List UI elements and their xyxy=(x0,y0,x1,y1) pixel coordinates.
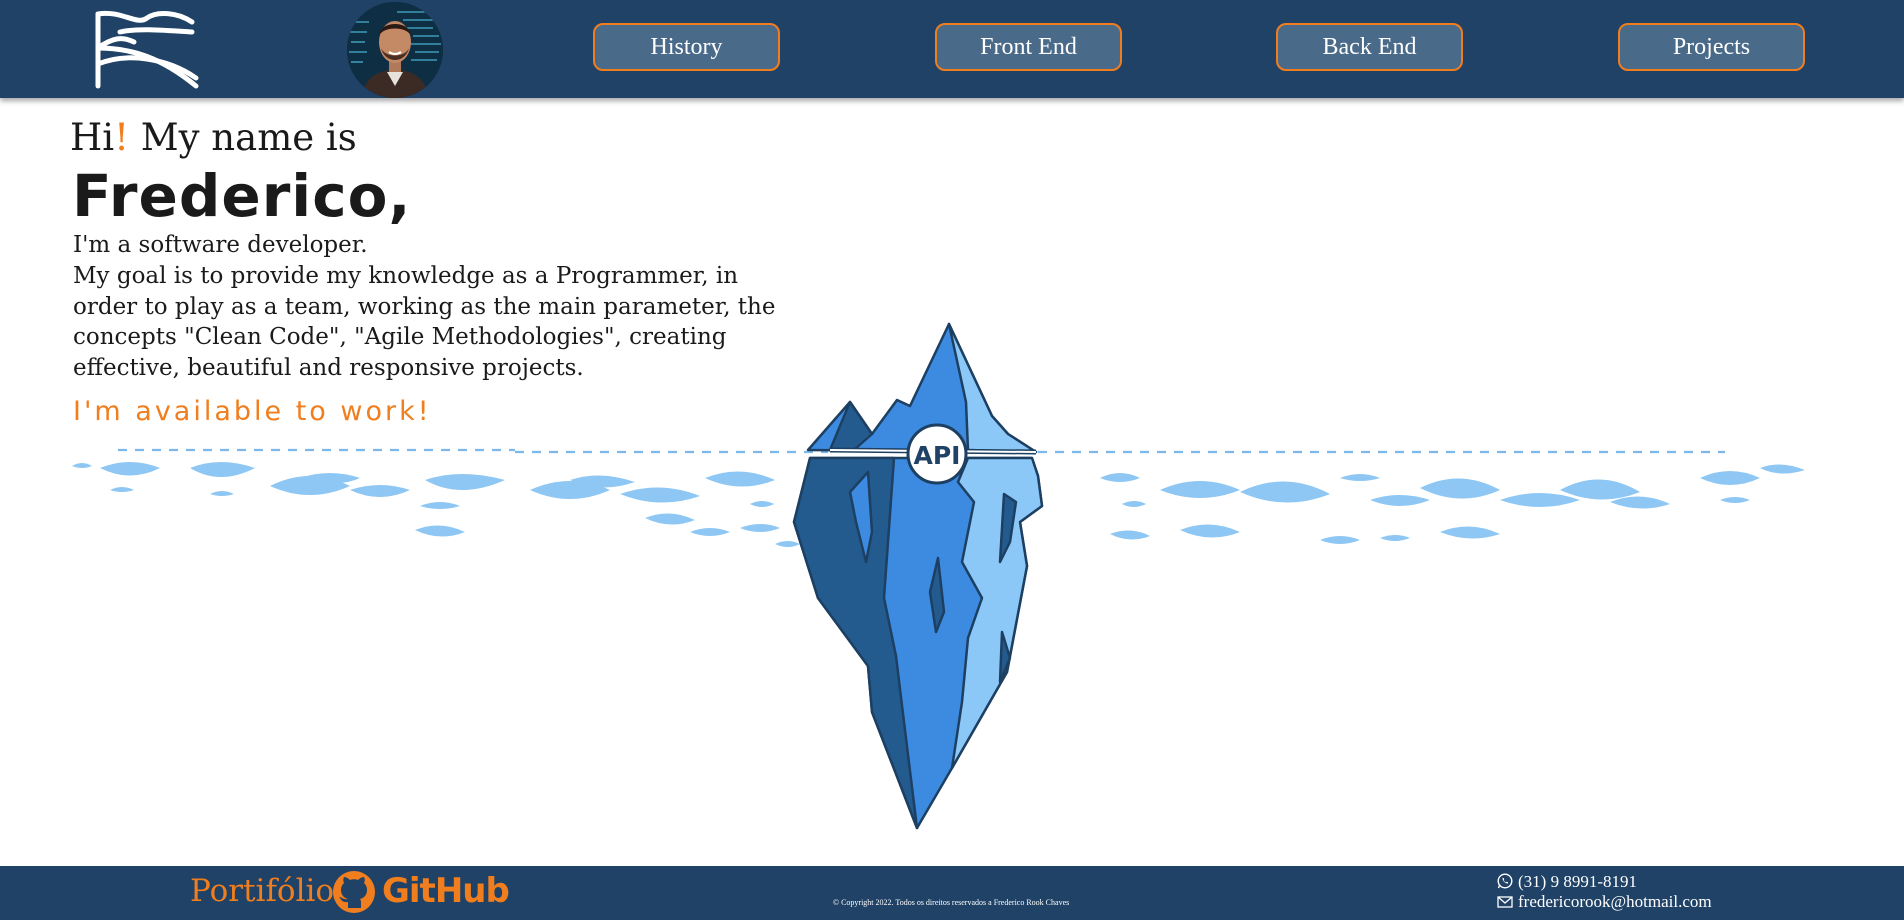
profile-photo-icon xyxy=(347,2,443,98)
envelope-icon xyxy=(1497,896,1513,908)
nav-front-end-button[interactable]: Front End xyxy=(935,23,1122,71)
phone-contact[interactable]: (31) 9 8991-8191 xyxy=(1497,872,1637,892)
greeting-my-name-is: My name is xyxy=(140,116,357,159)
goal-paragraph: My goal is to provide my knowledge as a … xyxy=(73,263,776,381)
availability-text: I'm available to work! xyxy=(73,396,432,427)
role-text: I'm a software developer. xyxy=(73,232,368,258)
footer: Portifólio GitHub © Copyright 2022. Todo… xyxy=(0,866,1904,920)
github-icon[interactable] xyxy=(332,870,376,914)
email-address: fredericorook@hotmail.com xyxy=(1518,892,1712,911)
header: History Front End Back End Projects xyxy=(0,0,1904,98)
fc-logo-icon[interactable] xyxy=(92,8,202,90)
email-contact[interactable]: fredericorook@hotmail.com xyxy=(1497,892,1712,912)
avatar[interactable] xyxy=(347,2,443,98)
developer-name: Frederico, xyxy=(72,162,412,230)
greeting-exclamation: ! xyxy=(114,116,129,159)
greeting-hi: Hi xyxy=(70,116,115,159)
whatsapp-icon xyxy=(1497,873,1513,889)
copyright-text: © Copyright 2022. Todos os direitos rese… xyxy=(833,898,1070,907)
greeting: Hi! My name is xyxy=(70,116,357,159)
nav-history-button[interactable]: History xyxy=(593,23,780,71)
api-badge-label: API xyxy=(914,441,961,470)
phone-number: (31) 9 8991-8191 xyxy=(1518,872,1637,891)
nav-back-end-button[interactable]: Back End xyxy=(1276,23,1463,71)
iceberg-illustration: API xyxy=(792,322,1044,830)
portfolio-link[interactable]: Portifólio xyxy=(190,873,334,909)
nav-projects-button[interactable]: Projects xyxy=(1618,23,1805,71)
github-link[interactable]: GitHub xyxy=(382,871,510,911)
